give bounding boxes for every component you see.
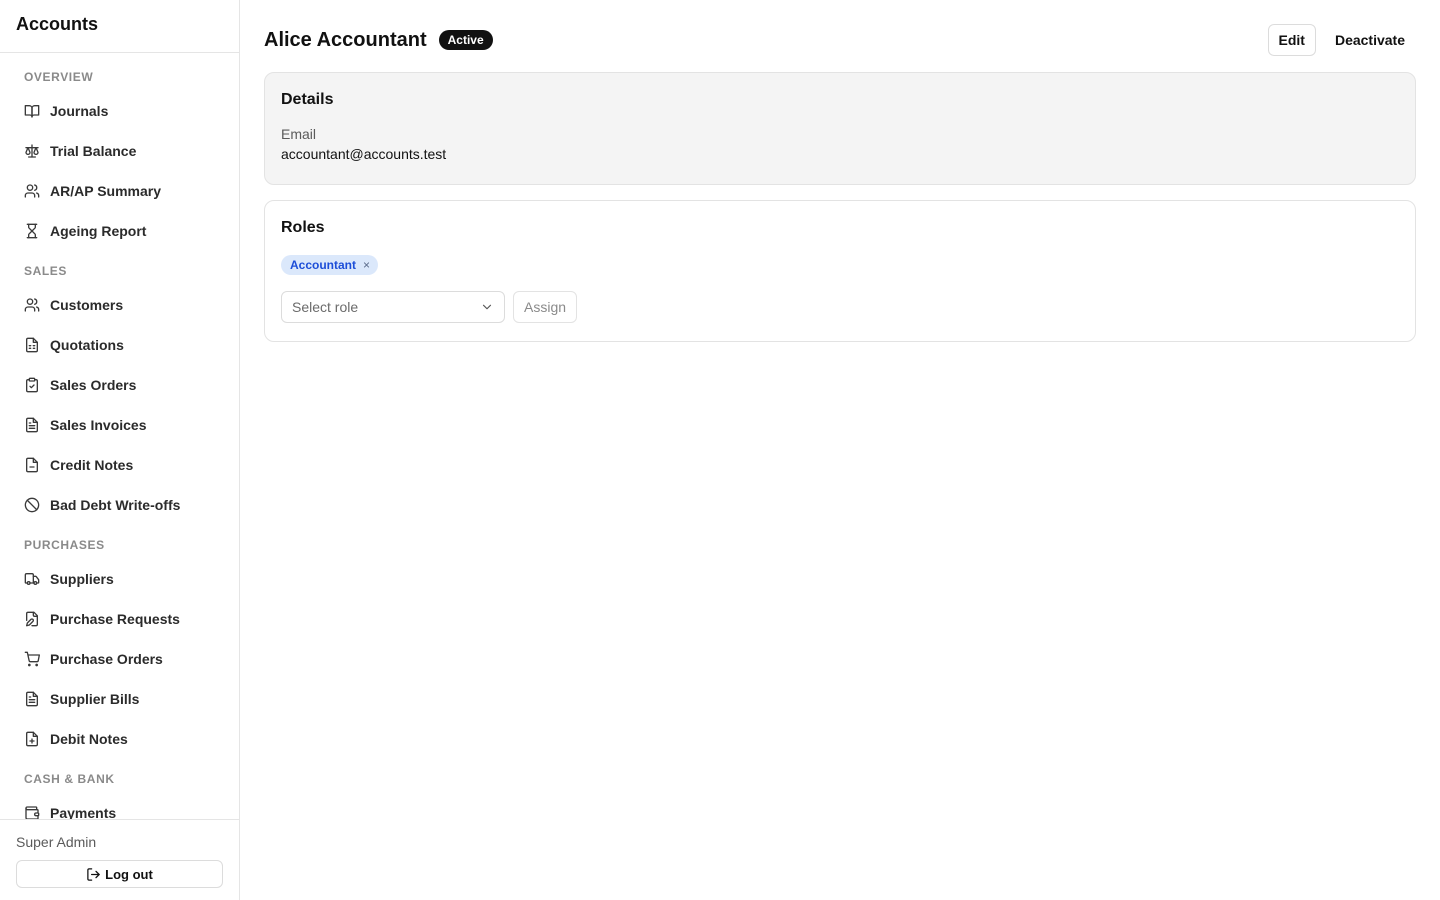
page-title: Alice Accountant (264, 28, 427, 51)
app-title: Accounts (0, 0, 239, 53)
file-spreadsheet-icon (24, 337, 40, 353)
header-actions: Edit Deactivate (1267, 24, 1416, 56)
sidebar-item-label: Ageing Report (50, 223, 147, 239)
sidebar-item-purchase-orders[interactable]: Purchase Orders (0, 639, 239, 679)
nav-section-cash-bank: CASH & BANK Payments (0, 771, 239, 819)
wallet-icon (24, 805, 40, 819)
remove-role-icon[interactable]: × (363, 258, 370, 272)
sidebar-item-ageing-report[interactable]: Ageing Report (0, 211, 239, 251)
page-header: Alice Accountant Active Edit Deactivate (264, 0, 1416, 72)
sidebar: Accounts OVERVIEW Journals Trial Balance (0, 0, 240, 900)
logout-button[interactable]: Log out (16, 860, 223, 888)
sidebar-item-trial-balance[interactable]: Trial Balance (0, 131, 239, 171)
users-icon (24, 183, 40, 199)
sidebar-item-label: Customers (50, 297, 124, 313)
nav-section-sales: SALES Customers Quotations Sales Orders (0, 263, 239, 525)
sidebar-item-label: Trial Balance (50, 143, 137, 159)
sidebar-item-customers[interactable]: Customers (0, 285, 239, 325)
roles-card: Roles Accountant × Select role Assign (264, 200, 1416, 342)
file-plus-icon (24, 731, 40, 747)
nav-section-overview: OVERVIEW Journals Trial Balance AR/AP Su… (0, 69, 239, 251)
sidebar-item-label: Debit Notes (50, 731, 128, 747)
sidebar-item-sales-invoices[interactable]: Sales Invoices (0, 405, 239, 445)
current-user-name: Super Admin (16, 834, 97, 850)
nav-section-title: CASH & BANK (24, 772, 115, 786)
book-open-icon (24, 103, 40, 119)
title-wrap: Alice Accountant Active (264, 29, 493, 52)
sidebar-item-label: Sales Orders (50, 377, 137, 393)
ban-icon (24, 497, 40, 513)
sidebar-item-label: Supplier Bills (50, 691, 140, 707)
role-chip: Accountant × (281, 255, 379, 275)
email-label: Email (281, 126, 317, 142)
sidebar-item-sales-orders[interactable]: Sales Orders (0, 365, 239, 405)
logout-label: Log out (105, 866, 153, 882)
sidebar-item-credit-notes[interactable]: Credit Notes (0, 445, 239, 485)
nav-section-title: OVERVIEW (24, 70, 94, 84)
file-text-icon (24, 691, 40, 707)
assign-role-row: Select role Assign (281, 291, 1399, 323)
assign-button[interactable]: Assign (513, 291, 578, 323)
chevron-down-icon (480, 300, 494, 314)
shopping-cart-icon (24, 651, 40, 667)
truck-icon (24, 571, 40, 587)
nav-section-purchases: PURCHASES Suppliers Purchase Requests Pu… (0, 537, 239, 759)
sidebar-item-debit-notes[interactable]: Debit Notes (0, 719, 239, 759)
sidebar-item-label: Bad Debt Write-offs (50, 497, 181, 513)
sidebar-item-payments[interactable]: Payments (0, 793, 239, 819)
users-icon (24, 297, 40, 313)
status-badge: Active (438, 30, 493, 50)
role-chip-label: Accountant (290, 258, 356, 272)
sidebar-item-purchase-requests[interactable]: Purchase Requests (0, 599, 239, 639)
role-select-placeholder: Select role (292, 299, 359, 315)
sidebar-item-quotations[interactable]: Quotations (0, 325, 239, 365)
sidebar-item-label: Suppliers (50, 571, 114, 587)
sidebar-item-supplier-bills[interactable]: Supplier Bills (0, 679, 239, 719)
details-card: Details Email accountant@accounts.test (264, 72, 1416, 185)
sidebar-footer: Super Admin Log out (0, 819, 239, 900)
sidebar-item-label: Quotations (50, 337, 124, 353)
main-content: Alice Accountant Active Edit Deactivate … (240, 0, 1440, 900)
sidebar-item-bad-debt-write-offs[interactable]: Bad Debt Write-offs (0, 485, 239, 525)
email-value: accountant@accounts.test (281, 146, 447, 162)
sidebar-item-suppliers[interactable]: Suppliers (0, 559, 239, 599)
file-text-icon (24, 417, 40, 433)
sidebar-nav: OVERVIEW Journals Trial Balance AR/AP Su… (0, 53, 239, 819)
sidebar-item-label: Payments (50, 805, 117, 819)
role-chips: Accountant × (281, 255, 1399, 275)
sidebar-item-label: AR/AP Summary (50, 183, 162, 199)
sidebar-item-label: Sales Invoices (50, 417, 147, 433)
role-select[interactable]: Select role (281, 291, 505, 323)
clipboard-check-icon (24, 377, 40, 393)
scale-icon (24, 143, 40, 159)
sidebar-item-label: Purchase Requests (50, 611, 180, 627)
nav-section-title: PURCHASES (24, 538, 105, 552)
hourglass-icon (24, 223, 40, 239)
file-minus-icon (24, 457, 40, 473)
log-out-icon (86, 867, 101, 882)
sidebar-item-label: Journals (50, 103, 109, 119)
sidebar-item-journals[interactable]: Journals (0, 91, 239, 131)
nav-section-title: SALES (24, 264, 68, 278)
file-pen-icon (24, 611, 40, 627)
sidebar-item-label: Purchase Orders (50, 651, 163, 667)
details-title: Details (281, 91, 334, 108)
roles-title: Roles (281, 219, 325, 236)
deactivate-button[interactable]: Deactivate (1323, 24, 1416, 56)
sidebar-item-arap-summary[interactable]: AR/AP Summary (0, 171, 239, 211)
edit-button[interactable]: Edit (1267, 24, 1316, 56)
sidebar-item-label: Credit Notes (50, 457, 134, 473)
